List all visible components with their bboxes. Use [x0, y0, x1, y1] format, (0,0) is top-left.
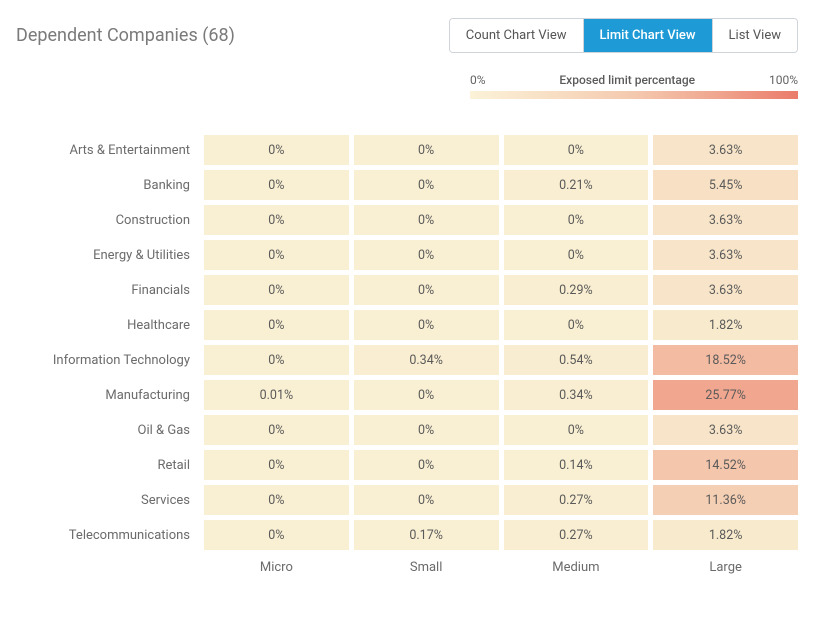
heatmap-cell[interactable]: 3.63%: [653, 205, 798, 235]
heatmap-cell[interactable]: 3.63%: [653, 415, 798, 445]
heatmap-col-label: Micro: [204, 556, 349, 578]
heatmap-cell[interactable]: 0%: [204, 135, 349, 165]
heatmap-cell[interactable]: 0%: [204, 415, 349, 445]
heatmap-cell[interactable]: 0%: [354, 170, 499, 200]
heatmap-cell[interactable]: 0%: [504, 240, 649, 270]
heatmap-row-label: Telecommunications: [16, 520, 204, 550]
heatmap-cell[interactable]: 0%: [504, 205, 649, 235]
heatmap-cell[interactable]: 0%: [204, 205, 349, 235]
heatmap-cell[interactable]: 0%: [504, 415, 649, 445]
view-count-button[interactable]: Count Chart View: [450, 19, 583, 52]
heatmap-cell[interactable]: 0%: [504, 310, 649, 340]
heatmap-cell[interactable]: 1.82%: [653, 520, 798, 550]
heatmap-cell[interactable]: 0.01%: [204, 380, 349, 410]
heatmap-cell[interactable]: 0%: [354, 275, 499, 305]
heatmap-cell[interactable]: 0%: [204, 275, 349, 305]
heatmap-row-label: Retail: [16, 450, 204, 480]
legend-max: 100%: [769, 73, 798, 87]
heatmap-row-label: Arts & Entertainment: [16, 135, 204, 165]
heatmap-row-label: Healthcare: [16, 310, 204, 340]
heatmap-cell[interactable]: 11.36%: [653, 485, 798, 515]
heatmap-cell[interactable]: 3.63%: [653, 275, 798, 305]
heatmap-cell[interactable]: 0.34%: [504, 380, 649, 410]
heatmap-row-label: Information Technology: [16, 345, 204, 375]
heatmap: Arts & Entertainment0%0%0%3.63%Banking0%…: [10, 135, 804, 578]
heatmap-cell[interactable]: 0%: [354, 485, 499, 515]
heatmap-cell[interactable]: 3.63%: [653, 135, 798, 165]
heatmap-cell[interactable]: 0.27%: [504, 485, 649, 515]
legend-gradient-bar: [470, 91, 798, 99]
legend-title: Exposed limit percentage: [559, 73, 695, 87]
heatmap-cell[interactable]: 25.77%: [653, 380, 798, 410]
heatmap-row-label: Construction: [16, 205, 204, 235]
heatmap-cell[interactable]: 0%: [354, 135, 499, 165]
heatmap-cell[interactable]: 0%: [204, 170, 349, 200]
heatmap-cell[interactable]: 0%: [204, 310, 349, 340]
heatmap-cell[interactable]: 0%: [204, 520, 349, 550]
heatmap-cell[interactable]: 0.21%: [504, 170, 649, 200]
heatmap-cell[interactable]: 0.17%: [354, 520, 499, 550]
legend-min: 0%: [470, 73, 486, 87]
view-list-button[interactable]: List View: [712, 19, 797, 52]
heatmap-cell[interactable]: 0.34%: [354, 345, 499, 375]
heatmap-cell[interactable]: 0%: [354, 205, 499, 235]
heatmap-row-label: Services: [16, 485, 204, 515]
heatmap-cell[interactable]: 0%: [354, 450, 499, 480]
heatmap-cell[interactable]: 0%: [354, 240, 499, 270]
heatmap-cell[interactable]: 0.27%: [504, 520, 649, 550]
heatmap-col-label: Small: [354, 556, 499, 578]
heatmap-cell[interactable]: 1.82%: [653, 310, 798, 340]
heatmap-row-label: Financials: [16, 275, 204, 305]
heatmap-cell[interactable]: 0%: [204, 485, 349, 515]
heatmap-cell[interactable]: 0%: [354, 310, 499, 340]
view-limit-button[interactable]: Limit Chart View: [583, 19, 712, 52]
heatmap-cell[interactable]: 0.14%: [504, 450, 649, 480]
heatmap-cell[interactable]: 0%: [354, 415, 499, 445]
heatmap-cell[interactable]: 0%: [204, 240, 349, 270]
heatmap-row-label: Energy & Utilities: [16, 240, 204, 270]
heatmap-cell[interactable]: 0.29%: [504, 275, 649, 305]
heatmap-cell[interactable]: 3.63%: [653, 240, 798, 270]
heatmap-cell[interactable]: 0%: [354, 380, 499, 410]
heatmap-cell[interactable]: 0%: [504, 135, 649, 165]
view-switch: Count Chart View Limit Chart View List V…: [449, 18, 798, 53]
heatmap-cell[interactable]: 0.54%: [504, 345, 649, 375]
heatmap-row-label: Banking: [16, 170, 204, 200]
heatmap-col-label: Medium: [504, 556, 649, 578]
heatmap-cell[interactable]: 0%: [204, 345, 349, 375]
color-legend: 0% Exposed limit percentage 100%: [470, 73, 798, 99]
heatmap-row-label: Oil & Gas: [16, 415, 204, 445]
heatmap-col-label: Large: [653, 556, 798, 578]
heatmap-cell[interactable]: 5.45%: [653, 170, 798, 200]
heatmap-cell[interactable]: 14.52%: [653, 450, 798, 480]
heatmap-cell[interactable]: 0%: [204, 450, 349, 480]
heatmap-row-label: Manufacturing: [16, 380, 204, 410]
page-title: Dependent Companies (68): [16, 25, 235, 46]
heatmap-cell[interactable]: 18.52%: [653, 345, 798, 375]
